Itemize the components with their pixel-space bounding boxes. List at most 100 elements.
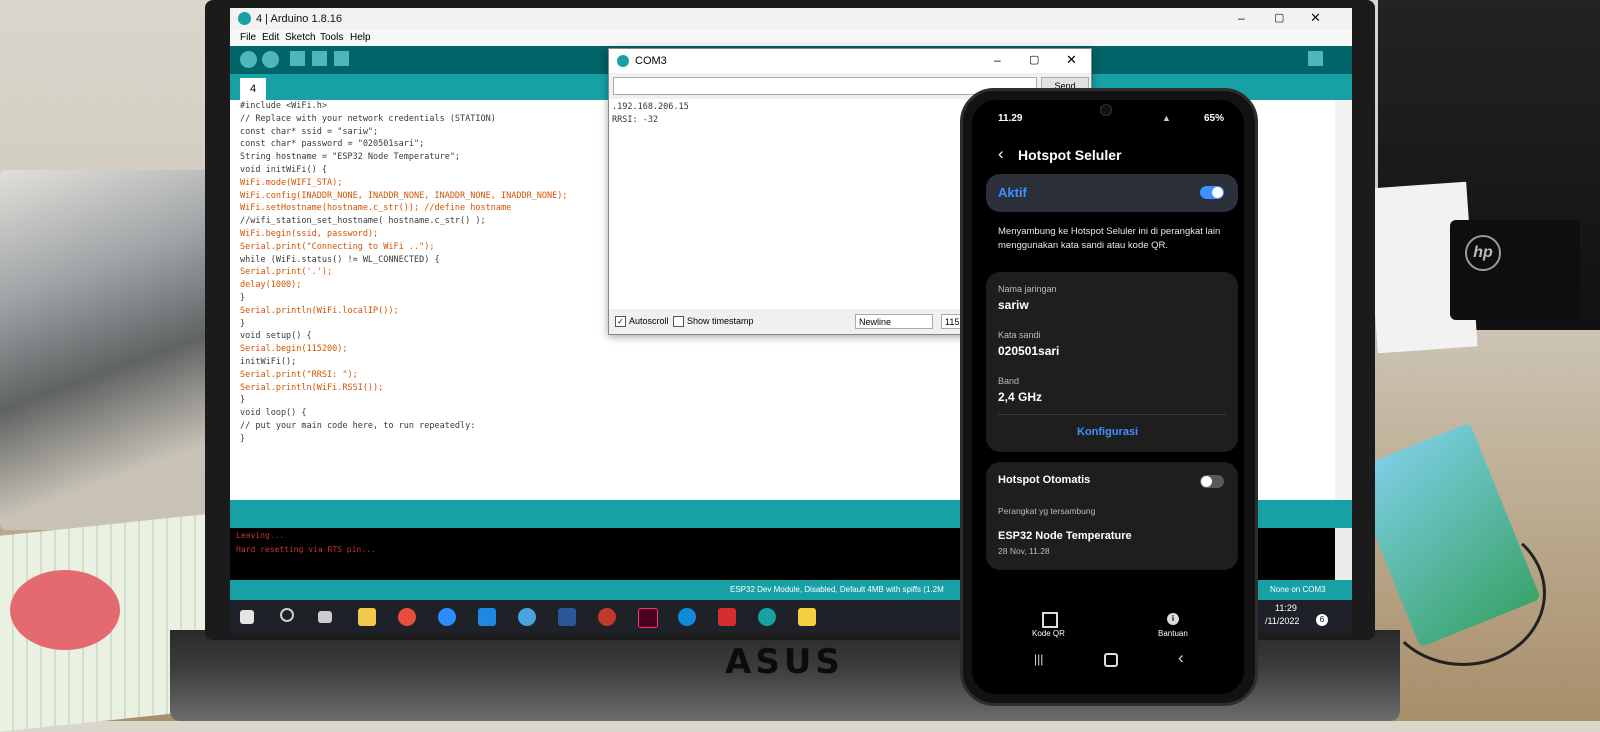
battery-level: 65% — [1204, 113, 1225, 124]
code-line: void initWiFi() { — [240, 164, 327, 175]
qr-code-icon[interactable] — [1042, 612, 1058, 628]
asus-logo: ASUS — [725, 642, 844, 682]
hp-logo: hp — [1465, 235, 1501, 271]
code-line: void setup() { — [240, 331, 312, 342]
app-red-icon[interactable] — [598, 608, 616, 626]
serial-title-bar: COM3 – ▢ ✕ — [609, 49, 1091, 73]
code-line: Serial.println(WiFi.localIP()); — [240, 305, 399, 316]
help-label[interactable]: Bantuan — [1158, 629, 1188, 638]
recent-apps-icon[interactable]: ||| — [1034, 652, 1043, 666]
arduino-menu-bar: File Edit Sketch Tools Help — [230, 30, 1352, 46]
notification-badge[interactable]: 6 — [1316, 614, 1328, 626]
auto-hotspot-toggle[interactable] — [1200, 475, 1224, 488]
screen-title: Hotspot Seluler — [1018, 147, 1122, 163]
menu-help[interactable]: Help — [350, 32, 371, 43]
divider — [998, 414, 1226, 415]
mail-icon[interactable] — [478, 608, 496, 626]
globe-icon[interactable] — [518, 608, 536, 626]
clock-date: /11/2022 — [1265, 616, 1300, 626]
menu-file[interactable]: File — [240, 32, 256, 43]
front-camera — [1100, 104, 1112, 116]
task-view-icon[interactable] — [318, 611, 332, 623]
new-icon[interactable] — [290, 51, 305, 66]
editor-scrollbar[interactable] — [1335, 100, 1352, 500]
save-icon[interactable] — [334, 51, 349, 66]
windows-start-icon[interactable] — [240, 610, 254, 624]
sketch-tab[interactable]: 4 — [240, 78, 266, 100]
code-line: WiFi.begin(ssid, password); — [240, 228, 379, 239]
phone-screen: 11.29 65% ▲ ‹ Hotspot Seluler Aktif Meny… — [972, 100, 1244, 694]
code-line: Serial.begin(115200); — [240, 344, 348, 355]
zoom-icon[interactable] — [438, 608, 456, 626]
hp-device — [1450, 220, 1580, 320]
maximize-icon[interactable]: ▢ — [1029, 53, 1039, 66]
menu-sketch[interactable]: Sketch — [285, 32, 316, 43]
code-line: Serial.print("RRSI: "); — [240, 369, 358, 380]
band-label: Band — [998, 376, 1020, 386]
serial-monitor-icon[interactable] — [1308, 51, 1323, 66]
auto-hotspot-card: Hotspot Otomatis Perangkat yg tersambung… — [986, 462, 1238, 570]
active-toggle[interactable] — [1200, 186, 1224, 199]
code-line: Serial.print('.'); — [240, 267, 333, 278]
network-name-label: Nama jaringan — [998, 284, 1057, 294]
minimize-icon[interactable]: – — [1238, 11, 1245, 25]
code-line: while (WiFi.status() != WL_CONNECTED) { — [240, 254, 440, 265]
serial-send-input[interactable] — [613, 77, 1037, 95]
autoscroll-checkbox[interactable]: ✓ Autoscroll — [615, 316, 669, 328]
menu-edit[interactable]: Edit — [262, 32, 279, 43]
code-text: #include <WiFi.h> // Replace with your ne… — [240, 100, 568, 446]
qr-code-label[interactable]: Kode QR — [1032, 629, 1065, 638]
chrome-icon[interactable] — [398, 608, 416, 626]
code-line: initWiFi(); — [240, 356, 297, 367]
code-line: WiFi.setHostname(hostname.c_str()); //de… — [240, 203, 512, 214]
code-line: WiFi.mode(WIFI_STA); — [240, 177, 343, 188]
close-icon[interactable]: ✕ — [1066, 52, 1077, 68]
upload-icon[interactable] — [262, 51, 279, 68]
band-value[interactable]: 2,4 GHz — [998, 390, 1042, 404]
minimize-icon[interactable]: – — [994, 53, 1001, 67]
code-line: delay(1000); — [240, 280, 302, 291]
password-value[interactable]: 020501sari — [998, 344, 1059, 358]
code-line: } — [240, 433, 246, 444]
code-line: const char* password = "020501sari"; — [240, 139, 425, 150]
verify-icon[interactable] — [240, 51, 257, 68]
code-line: // Replace with your network credentials… — [240, 113, 496, 124]
indesign-icon[interactable] — [638, 608, 658, 628]
search-icon[interactable] — [280, 608, 294, 622]
auto-hotspot-label: Hotspot Otomatis — [998, 474, 1091, 486]
port-info: None on COM3 — [1270, 585, 1326, 594]
word-icon[interactable] — [558, 608, 576, 626]
arduino-taskbar-icon[interactable] — [758, 608, 776, 626]
board-info: ESP32 Dev Module, Disabled, Default 4MB … — [730, 585, 944, 594]
code-line: //wifi_station_set_hostname( hostname.c_… — [240, 216, 486, 227]
code-line: WiFi.config(INADDR_NONE, INADDR_NONE, IN… — [240, 190, 568, 201]
sticky-notes-icon[interactable] — [798, 608, 816, 626]
acrobat-icon[interactable] — [718, 608, 736, 626]
code-line: } — [240, 292, 246, 303]
signal-icon: ▲ — [1162, 113, 1171, 123]
autoscroll-label: Autoscroll — [629, 316, 669, 326]
nav-back-icon[interactable]: ‹ — [1178, 648, 1184, 668]
device-name[interactable]: ESP32 Node Temperature — [998, 530, 1132, 542]
back-icon[interactable]: ‹ — [998, 144, 1004, 164]
configure-button[interactable]: Konfigurasi — [1077, 426, 1138, 438]
password-label: Kata sandi — [998, 330, 1041, 340]
cable — [1380, 520, 1546, 666]
line-ending-select[interactable]: Newline — [855, 314, 933, 329]
edge-icon[interactable] — [678, 608, 696, 626]
maximize-icon[interactable]: ▢ — [1274, 11, 1284, 24]
arduino-title-bar: 4 | Arduino 1.8.16 – ▢ ✕ — [230, 8, 1352, 30]
code-line: const char* ssid = "sariw"; — [240, 126, 379, 137]
info-icon[interactable]: i — [1167, 613, 1179, 625]
network-name[interactable]: sariw — [998, 298, 1029, 312]
timestamp-label: Show timestamp — [687, 316, 754, 326]
open-icon[interactable] — [312, 51, 327, 66]
menu-tools[interactable]: Tools — [320, 32, 343, 43]
timestamp-checkbox[interactable]: Show timestamp — [673, 316, 754, 328]
close-icon[interactable]: ✕ — [1310, 10, 1321, 26]
active-toggle-row[interactable]: Aktif — [986, 174, 1238, 212]
connected-devices-label: Perangkat yg tersambung — [998, 506, 1096, 516]
file-explorer-icon[interactable] — [358, 608, 376, 626]
home-icon[interactable] — [1104, 653, 1118, 667]
desk-clutter-left — [0, 170, 215, 530]
